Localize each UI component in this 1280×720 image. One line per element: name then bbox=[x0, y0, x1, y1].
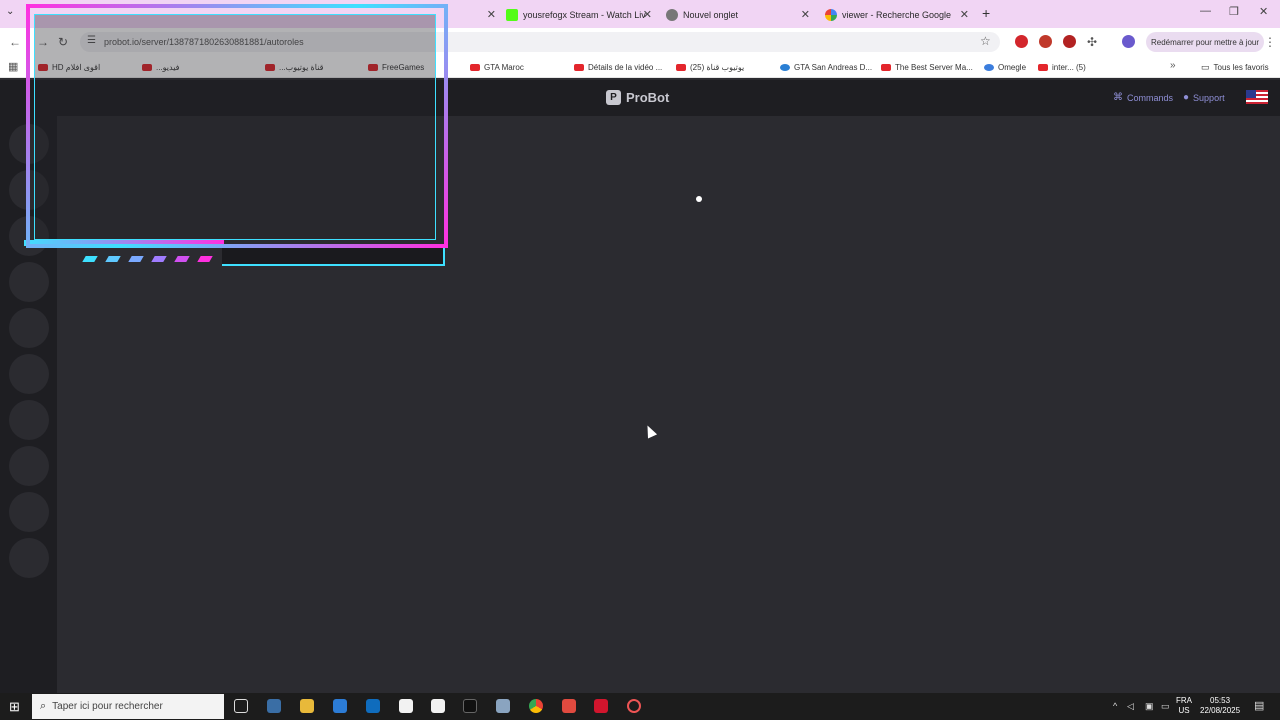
bookmark-item[interactable]: GTA San Andreas D... bbox=[780, 61, 872, 73]
us-flag-icon[interactable] bbox=[1246, 90, 1268, 104]
tab-label: yousrefogx Stream - Watch Liv bbox=[523, 10, 646, 20]
document-icon[interactable] bbox=[399, 699, 413, 713]
server-icon[interactable] bbox=[9, 446, 49, 486]
server-icon[interactable] bbox=[9, 354, 49, 394]
notification-icon[interactable]: ▤ bbox=[1254, 699, 1264, 712]
tab-search-icon[interactable]: ⌄ bbox=[6, 6, 14, 17]
loading-spinner bbox=[696, 196, 702, 202]
network-icon[interactable]: ▣ bbox=[1145, 701, 1154, 712]
restore-icon[interactable]: ❐ bbox=[1229, 5, 1239, 18]
youtube-icon bbox=[1038, 63, 1048, 71]
close-icon[interactable]: ✕ bbox=[960, 8, 969, 21]
chevron-right-icon[interactable]: » bbox=[1170, 60, 1176, 71]
overlay-chevron bbox=[128, 256, 144, 262]
bookmark-item[interactable]: Détails de la vidéo ... bbox=[574, 61, 662, 73]
google-icon bbox=[825, 9, 837, 21]
tab-google-search[interactable]: viewer - Recherche Google ✕ bbox=[825, 4, 973, 26]
recorder-icon[interactable] bbox=[562, 699, 576, 713]
file-explorer-icon[interactable] bbox=[300, 699, 314, 713]
outlook-icon[interactable] bbox=[366, 699, 380, 713]
bookmark-item[interactable]: inter... (5) bbox=[1038, 61, 1086, 73]
youtube-icon bbox=[676, 63, 686, 71]
search-icon: ⌕ bbox=[40, 700, 47, 712]
youtube-icon bbox=[881, 63, 891, 71]
menu-kebab-icon[interactable]: ⋮ bbox=[1264, 35, 1276, 49]
server-icon[interactable] bbox=[9, 492, 49, 532]
close-icon[interactable]: ✕ bbox=[801, 8, 810, 21]
screen: ⌄ ✕ yousrefogx Stream - Watch Liv ✕ Nouv… bbox=[0, 0, 1280, 720]
overlay-chevron bbox=[105, 256, 121, 262]
folder-icon: ▭ bbox=[1201, 61, 1210, 72]
chrome-taskbar-icon[interactable] bbox=[529, 699, 543, 713]
extension-icon[interactable] bbox=[1015, 35, 1028, 48]
tab-new-tab[interactable]: Nouvel onglet ✕ bbox=[666, 4, 814, 26]
tab-label: Nouvel onglet bbox=[683, 10, 739, 20]
overlay-chevron bbox=[151, 256, 167, 262]
all-bookmarks-folder[interactable]: ▭ Tous les favoris bbox=[1201, 61, 1269, 73]
windows-start-icon[interactable]: ⊞ bbox=[9, 699, 20, 715]
new-tab-button[interactable]: + bbox=[982, 5, 990, 21]
close-window-icon[interactable]: ✕ bbox=[1259, 5, 1268, 18]
overlay-chevron bbox=[82, 256, 98, 262]
taskbar-search-input[interactable]: ⌕ Taper ici pour rechercher bbox=[32, 694, 224, 719]
close-icon[interactable]: ✕ bbox=[643, 8, 652, 21]
display-icon[interactable]: ▭ bbox=[1161, 701, 1170, 712]
probot-logo[interactable]: P ProBot bbox=[606, 90, 669, 105]
server-icon[interactable] bbox=[9, 538, 49, 578]
media-player-icon[interactable] bbox=[594, 699, 608, 713]
extension-icon[interactable] bbox=[1039, 35, 1052, 48]
tray-chevron-up-icon[interactable]: ^ bbox=[1113, 701, 1117, 711]
app-icon[interactable] bbox=[496, 699, 510, 713]
overlay-chevron bbox=[197, 256, 213, 262]
task-view-icon[interactable] bbox=[234, 699, 248, 713]
server-icon[interactable] bbox=[9, 308, 49, 348]
star-icon[interactable]: ☆ bbox=[980, 34, 991, 48]
app-icon[interactable] bbox=[463, 699, 477, 713]
commands-link[interactable]: ⌘ Commands bbox=[1113, 92, 1173, 103]
windows-taskbar: ⊞ ⌕ Taper ici pour rechercher ^ ◁ ▣ ▭ FR… bbox=[0, 693, 1280, 720]
mouse-cursor bbox=[642, 423, 658, 439]
profile-avatar[interactable] bbox=[1122, 35, 1135, 48]
bookmark-item[interactable]: يوتيوب قناة (25) bbox=[676, 61, 744, 73]
overlay-chevron bbox=[174, 256, 190, 262]
support-link[interactable]: ● Support bbox=[1183, 92, 1225, 103]
tab-label: viewer - Recherche Google bbox=[842, 10, 952, 20]
minimize-icon[interactable]: — bbox=[1200, 5, 1211, 17]
document-icon[interactable] bbox=[431, 699, 445, 713]
extension-icon[interactable] bbox=[1063, 35, 1076, 48]
brand-name: ProBot bbox=[626, 90, 670, 105]
close-icon[interactable]: ✕ bbox=[487, 8, 496, 21]
apps-grid-icon[interactable]: ▦ bbox=[8, 60, 18, 73]
support-icon: ● bbox=[1183, 92, 1190, 103]
chrome-icon bbox=[666, 9, 678, 21]
puzzle-icon[interactable]: ✣ bbox=[1087, 35, 1097, 49]
system-clock[interactable]: 05:53 22/08/2025 bbox=[1200, 696, 1240, 716]
tab-probot[interactable]: ✕ bbox=[452, 4, 500, 26]
bookmark-item[interactable]: Omegle bbox=[984, 61, 1026, 73]
obs-icon[interactable] bbox=[627, 699, 641, 713]
omegle-icon bbox=[984, 63, 994, 71]
webcam-overlay-frame bbox=[22, 4, 452, 270]
kick-icon bbox=[506, 9, 518, 21]
back-icon[interactable]: ← bbox=[9, 35, 21, 49]
bookmark-item[interactable]: GTA Maroc bbox=[470, 61, 524, 73]
store-icon[interactable] bbox=[267, 699, 281, 713]
bookmark-item[interactable]: The Best Server Ma... bbox=[881, 61, 973, 73]
youtube-icon bbox=[574, 63, 584, 71]
probot-logo-icon: P bbox=[606, 90, 621, 105]
input-language-indicator[interactable]: FRA US bbox=[1176, 696, 1192, 716]
server-icon[interactable] bbox=[9, 400, 49, 440]
overlay-webcam-area bbox=[34, 14, 436, 240]
volume-icon[interactable]: ◁ bbox=[1127, 701, 1134, 712]
youtube-icon bbox=[470, 63, 480, 71]
update-restart-button[interactable]: Redémarrer pour mettre à jour bbox=[1146, 32, 1264, 52]
tab-kick-stream[interactable]: yousrefogx Stream - Watch Liv ✕ bbox=[506, 4, 656, 26]
command-icon: ⌘ bbox=[1113, 92, 1123, 103]
vscode-icon[interactable] bbox=[333, 699, 347, 713]
globe-icon bbox=[780, 63, 790, 71]
